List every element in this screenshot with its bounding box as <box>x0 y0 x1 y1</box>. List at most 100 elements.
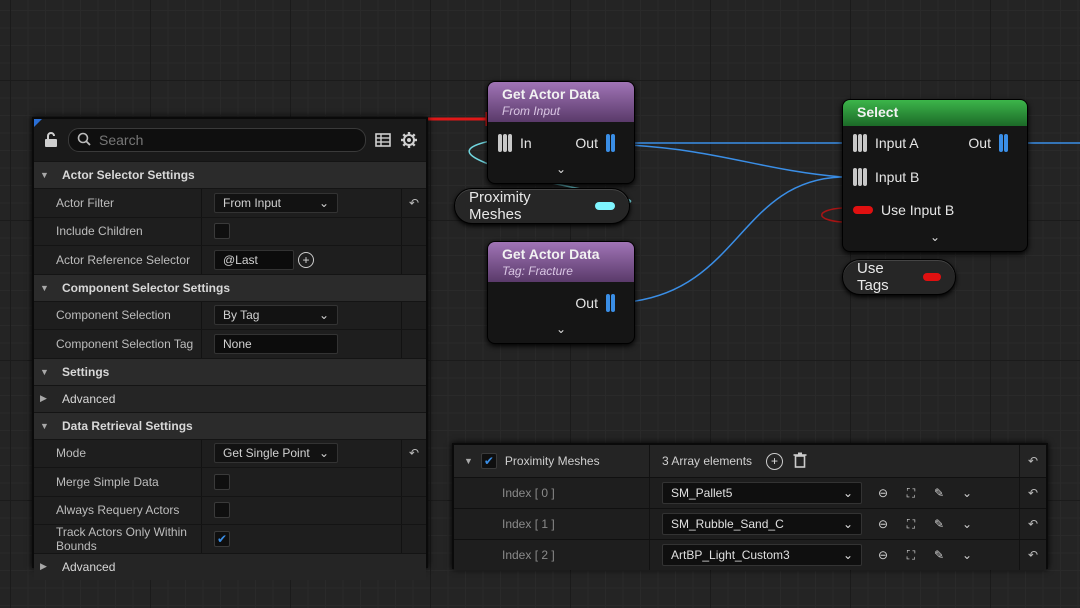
use-selected-asset-icon[interactable]: ⊖ <box>874 484 892 502</box>
array-element-row: Index [ 2 ] ArtBP_Light_Custom3 ⌄ ⊖ ⛶ ✎ ⌄… <box>454 539 1046 570</box>
node-title: Get Actor Data <box>502 86 600 102</box>
eyedropper-icon[interactable]: ✎ <box>930 484 948 502</box>
point-data-pin-icon <box>606 134 620 152</box>
pin-label: Out <box>575 135 598 151</box>
reset-to-default-icon[interactable]: ↶ <box>1019 478 1046 508</box>
reset-to-default-icon[interactable]: ↶ <box>1019 509 1046 539</box>
input-b-pin[interactable]: Input B <box>853 168 919 186</box>
chevron-down-icon[interactable]: ⌄ <box>930 230 940 244</box>
category-settings[interactable]: ▼ Settings <box>34 357 426 385</box>
settings-gear-icon[interactable] <box>400 131 418 149</box>
out-pin[interactable]: Out <box>575 294 620 312</box>
collapse-arrow-icon: ▼ <box>40 170 49 180</box>
point-data-pin-icon <box>606 294 620 312</box>
expand-arrow-icon: ▶ <box>40 393 47 403</box>
array-pin-icon[interactable] <box>595 202 615 210</box>
element-index: Index [ 1 ] <box>454 509 650 539</box>
table-view-icon[interactable] <box>374 131 392 149</box>
wire-fracture-to-select-b <box>627 176 843 303</box>
reset-to-default-icon[interactable]: ↶ <box>1019 540 1046 570</box>
search-icon <box>77 132 91 149</box>
lock-icon[interactable] <box>42 131 60 149</box>
reset-slot <box>401 496 426 524</box>
property-label: Merge Simple Data <box>34 468 202 496</box>
out-pin[interactable]: Out <box>968 134 1013 152</box>
pin-label: Input A <box>875 135 919 151</box>
reset-to-default-icon[interactable]: ↶ <box>1019 445 1046 477</box>
use-input-b-pin[interactable]: Use Input B <box>853 202 954 218</box>
category-label: Advanced <box>62 391 116 406</box>
chevron-down-icon[interactable]: ⌄ <box>556 322 566 336</box>
category-advanced[interactable]: ▶ Advanced <box>34 384 426 412</box>
always-requery-checkbox[interactable] <box>214 502 230 519</box>
category-data-retrieval[interactable]: ▼ Data Retrieval Settings <box>34 411 426 439</box>
actor-reference-input[interactable]: @Last <box>214 249 294 270</box>
search-field[interactable] <box>68 128 366 152</box>
category-label: Component Selector Settings <box>62 280 231 295</box>
property-label: Track Actors Only Within Bounds <box>34 525 202 553</box>
mesh-asset-picker[interactable]: SM_Pallet5 ⌄ <box>662 482 862 504</box>
reset-to-default-icon[interactable]: ↶ <box>401 439 426 467</box>
in-pin[interactable]: In <box>498 134 532 152</box>
node-header: Select <box>843 100 1027 126</box>
checkmark-icon: ✔ <box>483 454 494 468</box>
out-pin[interactable]: Out <box>575 134 620 152</box>
add-element-icon[interactable]: + <box>766 452 784 470</box>
row-actor-filter: Actor Filter From Input ⌄ ↶ <box>34 188 426 217</box>
chevron-down-icon[interactable]: ⌄ <box>556 162 566 176</box>
mesh-asset-picker[interactable]: SM_Rubble_Sand_C ⌄ <box>662 513 862 535</box>
pin-label: Input B <box>875 169 920 185</box>
array-label: Proximity Meshes <box>504 454 600 468</box>
node-subtitle: From Input <box>502 104 561 118</box>
proximity-meshes-variable-node[interactable]: Proximity Meshes <box>454 188 630 224</box>
collapse-arrow-icon: ▼ <box>40 366 49 377</box>
node-header: Get Actor Data From Input <box>488 82 634 122</box>
input-a-pin[interactable]: Input A <box>853 134 919 152</box>
eyedropper-icon[interactable]: ✎ <box>930 515 948 533</box>
get-actor-data-node-from-input[interactable]: Get Actor Data From Input In Out ⌄ <box>487 81 635 184</box>
browse-to-asset-icon[interactable]: ⛶ <box>902 515 920 533</box>
include-children-checkbox[interactable] <box>214 223 230 240</box>
wire-red-stub <box>821 207 843 223</box>
use-selected-asset-icon[interactable]: ⊖ <box>874 515 892 533</box>
actor-filter-dropdown[interactable]: From Input ⌄ <box>214 192 338 213</box>
panel-corner-marker <box>34 119 42 127</box>
use-tags-variable-node[interactable]: Use Tags <box>842 259 956 295</box>
mode-dropdown[interactable]: Get Single Point ⌄ <box>214 443 338 464</box>
browse-to-asset-icon[interactable]: ⛶ <box>902 546 920 564</box>
browse-to-asset-icon[interactable]: ⛶ <box>902 484 920 502</box>
row-actor-reference-selector: Actor Reference Selector @Last + <box>34 245 426 274</box>
collapse-arrow-icon[interactable]: ▼ <box>464 456 473 466</box>
point-data-pin-icon <box>853 168 867 186</box>
track-actors-checkbox[interactable]: ✔ <box>214 530 230 547</box>
chevron-down-icon[interactable]: ⌄ <box>958 515 976 533</box>
add-icon[interactable]: + <box>298 251 314 268</box>
bool-pin-icon[interactable] <box>923 273 941 281</box>
chevron-down-icon: ⌄ <box>318 446 329 461</box>
chevron-down-icon[interactable]: ⌄ <box>958 546 976 564</box>
component-tag-input[interactable]: None <box>214 333 338 354</box>
category-actor-selector[interactable]: ▼ Actor Selector Settings <box>34 161 426 188</box>
trash-icon[interactable] <box>793 452 807 471</box>
node-subtitle: Tag: Fracture <box>502 264 573 278</box>
row-include-children: Include Children <box>34 216 426 245</box>
category-component-selector[interactable]: ▼ Component Selector Settings <box>34 273 426 301</box>
variable-label: Proximity Meshes <box>469 189 531 223</box>
variable-label: Use Tags <box>857 260 889 294</box>
component-selection-dropdown[interactable]: By Tag ⌄ <box>214 305 338 326</box>
eyedropper-icon[interactable]: ✎ <box>930 546 948 564</box>
collapse-arrow-icon: ▼ <box>40 282 49 293</box>
asset-name: SM_Rubble_Sand_C <box>671 517 784 531</box>
mesh-asset-picker[interactable]: ArtBP_Light_Custom3 ⌄ <box>662 544 862 566</box>
chevron-down-icon[interactable]: ⌄ <box>958 484 976 502</box>
category-advanced-2[interactable]: ▶ Advanced <box>34 552 426 580</box>
get-actor-data-node-fracture[interactable]: Get Actor Data Tag: Fracture Out ⌄ <box>487 241 635 344</box>
select-node[interactable]: Select Input A Out Input B Use Input B ⌄ <box>842 99 1028 252</box>
wire-red-highlight <box>424 112 489 126</box>
reset-slot <box>401 246 426 274</box>
search-input[interactable] <box>97 131 357 149</box>
proximity-meshes-checkbox[interactable]: ✔ <box>480 453 497 469</box>
merge-simple-data-checkbox[interactable] <box>214 473 230 490</box>
reset-to-default-icon[interactable]: ↶ <box>401 189 426 217</box>
use-selected-asset-icon[interactable]: ⊖ <box>874 546 892 564</box>
